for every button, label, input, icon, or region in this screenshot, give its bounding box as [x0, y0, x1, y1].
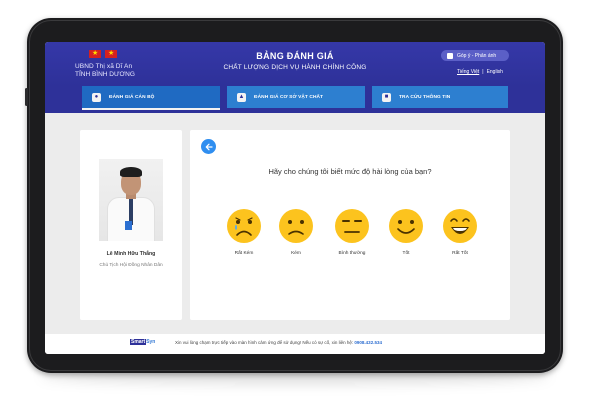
rating-label: Bình thường [338, 251, 366, 256]
neutral-face-icon [335, 209, 369, 243]
document-search-icon: ■ [382, 92, 391, 102]
officer-role: Chủ Tịch Hội Đồng Nhân Dân [99, 263, 163, 268]
rating-option-good[interactable]: Tốt [386, 208, 426, 256]
tab-label: ĐÁNH GIÁ CÁN BỘ [109, 94, 155, 100]
rating-card: Hãy cho chúng tôi biết mức độ hài lòng c… [190, 130, 510, 320]
brand-part-2: Syn [146, 339, 156, 345]
tablet-screen: ★ ★ UBND Thị xã Dĩ An TỈNH BÌNH DƯƠNG BẢ… [45, 42, 545, 354]
volume-button [25, 88, 28, 106]
rating-question: Hãy cho chúng tôi biết mức độ hài lòng c… [268, 167, 432, 176]
message-icon [447, 52, 453, 59]
brand-part-1: Smart [130, 339, 147, 345]
stage: ★ ★ UBND Thị xã Dĩ An TỈNH BÌNH DƯƠNG BẢ… [0, 0, 590, 403]
photo-badge [125, 221, 132, 230]
org-line-2: TỈNH BÌNH DƯƠNG [75, 71, 135, 78]
tab-label: ĐÁNH GIÁ CƠ SỞ VẬT CHẤT [254, 94, 324, 100]
lang-vietnamese[interactable]: Tiếng Việt [457, 69, 479, 75]
rating-option-very-bad[interactable]: Rất Kém [224, 208, 264, 256]
footer-note-text: Xin vui lòng chạm trực tiếp vào màn hình… [175, 340, 354, 345]
rating-label: Rất Kém [234, 251, 254, 256]
smile-face-icon [389, 209, 423, 243]
language-switcher: Tiếng Việt | English [457, 69, 503, 75]
tab-label: TRA CỨU THÔNG TIN [399, 94, 451, 100]
rating-option-very-good[interactable]: Rất Tốt [440, 208, 480, 256]
rating-label: Rất Tốt [452, 251, 468, 256]
officer-icon: ● [92, 92, 101, 102]
arrow-left-icon [205, 143, 213, 150]
tab-officer-rating[interactable]: ● ĐÁNH GIÁ CÁN BỘ [82, 86, 220, 110]
footer-note: Xin vui lòng chạm trực tiếp vào màn hình… [175, 340, 382, 345]
rating-label: Tốt [402, 251, 410, 256]
officer-photo [99, 159, 163, 241]
lang-english[interactable]: English [487, 69, 503, 75]
header-bar: ★ ★ UBND Thị xã Dĩ An TỈNH BÌNH DƯƠNG BẢ… [45, 42, 545, 86]
rating-label: Kém [291, 251, 301, 256]
tab-lookup[interactable]: ■ TRA CỨU THÔNG TIN [372, 86, 508, 108]
footer: SmartSyn Xin vui lòng chạm trực tiếp vào… [45, 334, 545, 354]
tab-facility-rating[interactable]: ▲ ĐÁNH GIÁ CƠ SỞ VẬT CHẤT [227, 86, 365, 108]
officer-name: Lê Minh Hữu Thắng [106, 251, 156, 257]
feedback-button[interactable]: Góp ý - Phản ánh [441, 50, 509, 61]
back-button[interactable] [201, 139, 216, 154]
support-phone[interactable]: 0908.432.534 [354, 340, 382, 345]
lang-separator: | [482, 69, 484, 75]
thumbs-up-icon: ▲ [237, 92, 246, 102]
feedback-label: Góp ý - Phản ánh [457, 52, 497, 59]
officer-card: Lê Minh Hữu Thắng Chủ Tịch Hội Đồng Nhân… [80, 130, 182, 320]
rating-option-bad[interactable]: Kém [276, 208, 316, 256]
nav-bar: ● ĐÁNH GIÁ CÁN BỘ ▲ ĐÁNH GIÁ CƠ SỞ VẬT C… [45, 86, 545, 113]
photo-hair [120, 167, 142, 177]
rating-option-normal[interactable]: Bình thường [332, 208, 372, 256]
laughing-face-icon [443, 209, 477, 243]
sad-face-icon [279, 209, 313, 243]
brand-logo: SmartSyn [130, 339, 155, 345]
very-sad-face-icon [227, 209, 261, 243]
